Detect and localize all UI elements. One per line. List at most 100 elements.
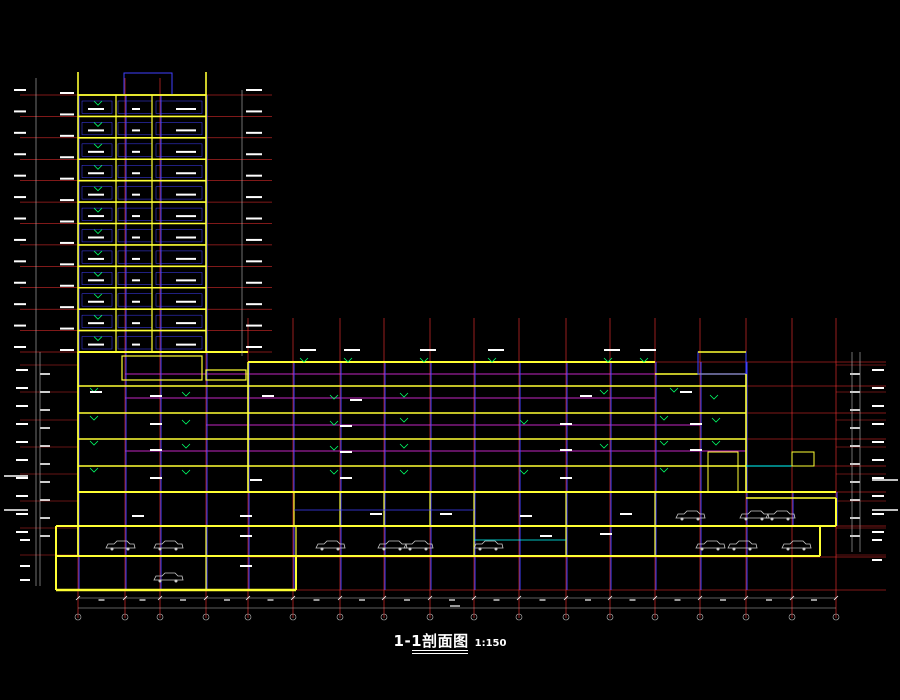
- level-marker: [93, 293, 103, 299]
- car-wheel: [786, 517, 790, 521]
- car-outline: [695, 540, 726, 549]
- car-wheel: [478, 547, 482, 551]
- level-marker: [329, 420, 339, 426]
- level-marker: [93, 122, 103, 127]
- car-outline: [473, 540, 504, 549]
- transfer-room: [121, 355, 203, 381]
- level-marker: [89, 440, 99, 446]
- level-marker: [599, 389, 609, 395]
- level-marker: [711, 417, 721, 423]
- tower-unit: [117, 143, 153, 157]
- tower-unit: [155, 336, 203, 350]
- tower-unit: [155, 143, 203, 157]
- level-marker: [709, 394, 719, 400]
- tower-unit: [81, 186, 113, 200]
- tower-unit: [81, 229, 113, 243]
- level-marker: [93, 207, 103, 213]
- tower-unit: [155, 186, 203, 200]
- car-wheel: [398, 547, 402, 551]
- level-marker: [659, 440, 669, 446]
- tower-unit: [81, 143, 113, 157]
- car-wheel: [744, 517, 748, 521]
- level-marker: [93, 100, 103, 106]
- tower-unit: [81, 250, 113, 264]
- car-wheel: [110, 547, 114, 551]
- car-wheel: [174, 579, 178, 583]
- tower-unit: [155, 207, 203, 221]
- tower-unit: [117, 229, 153, 243]
- drawing-caption: 1-1剖面图 1:150: [0, 630, 900, 654]
- level-marker: [181, 469, 191, 475]
- car-wheel: [696, 517, 700, 521]
- car-outline: [727, 540, 758, 549]
- level-marker: [519, 469, 529, 475]
- link-bridge: [205, 369, 247, 381]
- entrance-lobby: [707, 451, 739, 493]
- drawing-title: 1-1剖面图: [393, 632, 469, 650]
- car-wheel: [126, 547, 130, 551]
- car-wheel: [382, 547, 386, 551]
- car-wheel: [320, 547, 324, 551]
- tower-unit: [155, 272, 203, 286]
- tower-unit: [117, 314, 153, 328]
- tower-unit: [155, 250, 203, 264]
- title-underline-2: [412, 653, 468, 654]
- car-outline: [105, 540, 136, 549]
- level-marker: [329, 469, 339, 475]
- car-wheel: [158, 547, 162, 551]
- section-drawing: [4, 72, 898, 621]
- tower-unit: [117, 165, 153, 178]
- tower-unit: [117, 250, 153, 264]
- car-wheel: [494, 547, 498, 551]
- tower-unit: [81, 100, 113, 114]
- level-marker: [659, 415, 669, 421]
- level-marker: [399, 417, 409, 423]
- level-marker: [93, 164, 103, 170]
- tower-unit: [81, 293, 113, 307]
- level-marker: [711, 440, 721, 446]
- car-outline: [739, 510, 770, 519]
- car-wheel: [424, 547, 428, 551]
- tower-unit: [155, 314, 203, 328]
- level-marker: [93, 314, 103, 320]
- car-outline: [781, 540, 812, 549]
- podium-stair-tower: [697, 351, 747, 375]
- car-outline: [403, 540, 434, 549]
- tower-unit: [117, 186, 153, 200]
- tower-unit: [81, 122, 113, 136]
- car-outline: [377, 540, 408, 549]
- level-marker: [669, 387, 679, 393]
- tower-unit: [117, 122, 153, 136]
- tower-unit: [81, 165, 113, 178]
- car-wheel: [716, 547, 720, 551]
- level-marker: [93, 229, 103, 235]
- tower-unit: [155, 293, 203, 307]
- annotations: [4, 89, 898, 581]
- level-marker: [93, 143, 103, 149]
- tower-unit: [117, 336, 153, 350]
- level-marker: [181, 443, 191, 449]
- level-marker: [519, 419, 529, 425]
- tower-unit: [81, 272, 113, 286]
- level-marker: [399, 469, 409, 475]
- level-marker: [93, 250, 103, 256]
- car-wheel: [158, 579, 162, 583]
- car-wheel: [770, 517, 774, 521]
- level-marker: [181, 391, 191, 397]
- car-wheel: [700, 547, 704, 551]
- car-wheel: [336, 547, 340, 551]
- level-marker: [93, 186, 103, 192]
- tower-unit: [81, 207, 113, 221]
- level-marker: [89, 467, 99, 473]
- tower-unit: [81, 314, 113, 328]
- tower-unit: [155, 229, 203, 243]
- car-wheel: [408, 547, 412, 551]
- car-outline: [153, 540, 184, 549]
- parked-cars: [105, 510, 812, 583]
- car-wheel: [802, 547, 806, 551]
- car-outline: [153, 572, 184, 581]
- structure-outline: [55, 72, 837, 592]
- drawing-scale: 1:150: [474, 638, 507, 649]
- car-outline: [765, 510, 796, 519]
- car-wheel: [748, 547, 752, 551]
